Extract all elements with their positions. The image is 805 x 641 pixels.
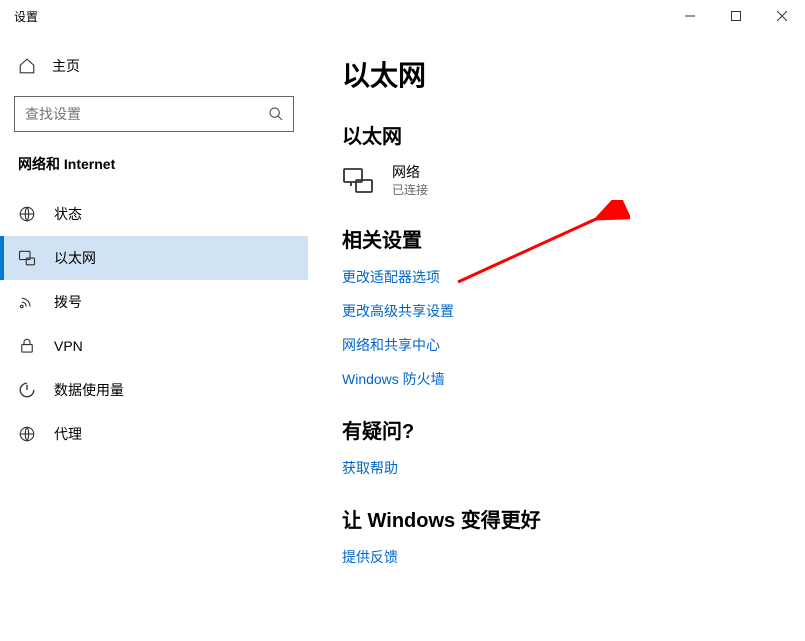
sidebar-item-proxy[interactable]: 代理 (0, 412, 308, 456)
maximize-icon (731, 11, 741, 21)
proxy-icon (18, 425, 36, 443)
home-button[interactable]: 主页 (0, 50, 308, 82)
maximize-button[interactable] (713, 0, 759, 32)
link-network-sharing-center[interactable]: 网络和共享中心 (342, 335, 765, 355)
titlebar: 设置 (0, 0, 805, 32)
settings-window: 设置 主页 (0, 0, 805, 641)
sidebar-item-label: 状态 (54, 204, 82, 224)
status-icon (18, 205, 36, 223)
network-name: 网络 (392, 163, 428, 182)
sidebar: 主页 网络和 Internet 状态 (0, 32, 308, 641)
network-connection-status: 已连接 (392, 182, 428, 198)
search-input[interactable] (15, 106, 259, 122)
close-button[interactable] (759, 0, 805, 32)
link-windows-firewall[interactable]: Windows 防火墙 (342, 369, 765, 389)
sidebar-item-datausage[interactable]: 数据使用量 (0, 368, 308, 412)
network-status-item[interactable]: 网络 已连接 (342, 163, 765, 198)
page-title: 以太网 (342, 54, 765, 94)
sidebar-item-label: 拨号 (54, 292, 82, 312)
section-question: 有疑问? (342, 415, 765, 444)
minimize-button[interactable] (667, 0, 713, 32)
sidebar-category: 网络和 Internet (18, 154, 308, 174)
sidebar-item-dialup[interactable]: 拨号 (0, 280, 308, 324)
sidebar-item-label: 代理 (54, 424, 82, 444)
sidebar-item-label: VPN (54, 338, 83, 354)
main-content: 以太网 以太网 网络 已连接 相关设置 更改适配器选项 更改高级共享设置 (308, 32, 805, 641)
search-icon (259, 97, 293, 131)
link-feedback[interactable]: 提供反馈 (342, 547, 765, 567)
home-label: 主页 (52, 56, 80, 76)
sidebar-item-label: 数据使用量 (54, 380, 124, 400)
home-icon (18, 57, 36, 75)
ethernet-icon (18, 249, 36, 267)
dialup-icon (18, 293, 36, 311)
data-usage-icon (18, 381, 36, 399)
minimize-icon (685, 11, 695, 21)
section-related: 相关设置 (342, 224, 765, 253)
section-ethernet: 以太网 (342, 120, 765, 149)
window-controls (667, 0, 805, 32)
link-get-help[interactable]: 获取帮助 (342, 458, 765, 478)
network-icon (342, 165, 374, 197)
link-advanced-sharing[interactable]: 更改高级共享设置 (342, 301, 765, 321)
window-title: 设置 (0, 8, 38, 25)
section-improve: 让 Windows 变得更好 (342, 504, 765, 533)
sidebar-item-status[interactable]: 状态 (0, 192, 308, 236)
sidebar-item-label: 以太网 (54, 248, 96, 268)
search-box[interactable] (14, 96, 294, 132)
sidebar-item-vpn[interactable]: VPN (0, 324, 308, 368)
link-adapter-options[interactable]: 更改适配器选项 (342, 267, 765, 287)
close-icon (777, 11, 787, 21)
sidebar-item-ethernet[interactable]: 以太网 (0, 236, 308, 280)
vpn-icon (18, 337, 36, 355)
